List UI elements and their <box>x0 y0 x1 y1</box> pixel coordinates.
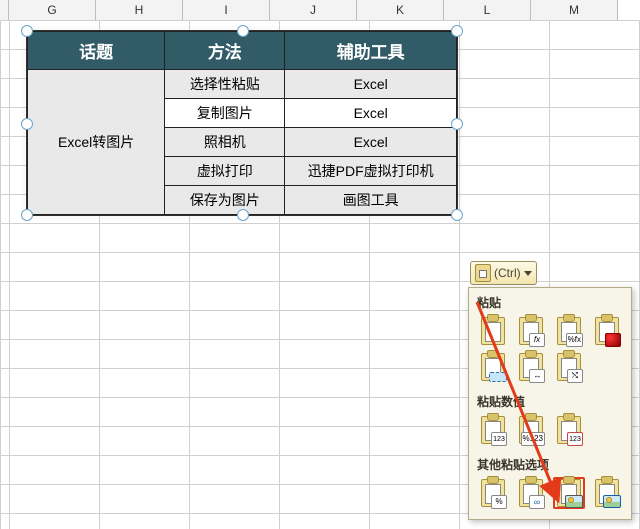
cell-method: 保存为图片 <box>165 186 285 215</box>
table-header-method: 方法 <box>165 32 285 70</box>
cell-method: 选择性粘贴 <box>165 70 285 99</box>
paste-options-button[interactable]: (Ctrl) <box>470 261 537 285</box>
paste-section-other: 其他粘贴选项 <box>469 450 631 477</box>
clipboard-icon <box>475 264 491 282</box>
paste-formulas-number-format-icon[interactable]: %fx <box>553 315 585 347</box>
paste-keep-column-width-icon[interactable]: ↔ <box>515 351 547 383</box>
table-row: Excel转图片 选择性粘贴 Excel <box>28 70 457 99</box>
resize-handle-se[interactable] <box>451 209 463 221</box>
paste-no-border-icon[interactable] <box>477 351 509 383</box>
column-header-row: G H I J K L M <box>0 0 618 20</box>
paste-as-picture-icon[interactable] <box>553 477 585 509</box>
paste-link-icon[interactable] <box>515 477 547 509</box>
col-header-h[interactable]: H <box>96 0 183 21</box>
paste-linked-picture-icon[interactable] <box>591 477 623 509</box>
resize-handle-ne[interactable] <box>451 25 463 37</box>
resize-handle-w[interactable] <box>21 118 33 130</box>
paste-values-source-format-icon[interactable] <box>553 414 585 446</box>
paste-values-icon[interactable] <box>477 414 509 446</box>
col-header-g[interactable]: G <box>9 0 96 21</box>
embedded-table-object[interactable]: 话题 方法 辅助工具 Excel转图片 选择性粘贴 Excel 复制图片 Exc… <box>26 30 458 216</box>
col-header-k[interactable]: K <box>357 0 444 21</box>
chevron-down-icon <box>524 271 532 276</box>
col-header-i[interactable]: I <box>183 0 270 21</box>
paste-formatting-icon[interactable] <box>477 477 509 509</box>
paste-values-number-format-icon[interactable]: %123 <box>515 414 547 446</box>
resize-handle-e[interactable] <box>451 118 463 130</box>
cell-method: 复制图片 <box>165 99 285 128</box>
table-header-topic: 话题 <box>28 32 165 70</box>
cell-tool: 画图工具 <box>285 186 457 215</box>
paste-icon[interactable] <box>477 315 509 347</box>
cell-method: 照相机 <box>165 128 285 157</box>
cell-tool: Excel <box>285 128 457 157</box>
col-header-j[interactable]: J <box>270 0 357 21</box>
resize-handle-sw[interactable] <box>21 209 33 221</box>
paste-transpose-icon[interactable]: ⤭ <box>553 351 585 383</box>
cell-tool: Excel <box>285 70 457 99</box>
table-header-tool: 辅助工具 <box>285 32 457 70</box>
paste-options-label: (Ctrl) <box>494 266 521 280</box>
paste-section-paste: 粘贴 <box>469 288 631 315</box>
cell-tool: 迅捷PDF虚拟打印机 <box>285 157 457 186</box>
resize-handle-s[interactable] <box>237 209 249 221</box>
resize-handle-nw[interactable] <box>21 25 33 37</box>
resize-handle-n[interactable] <box>237 25 249 37</box>
paste-section-values: 粘贴数值 <box>469 387 631 414</box>
cell-method: 虚拟打印 <box>165 157 285 186</box>
paste-keep-source-formatting-icon[interactable] <box>591 315 623 347</box>
paste-options-panel: 粘贴 fx %fx ↔ ⤭ 粘贴数值 %123 其他粘贴选项 <box>468 287 632 520</box>
col-header-l[interactable]: L <box>444 0 531 21</box>
cell-topic: Excel转图片 <box>28 70 165 215</box>
col-header-m[interactable]: M <box>531 0 618 21</box>
cell-tool: Excel <box>285 99 457 128</box>
paste-formulas-icon[interactable]: fx <box>515 315 547 347</box>
